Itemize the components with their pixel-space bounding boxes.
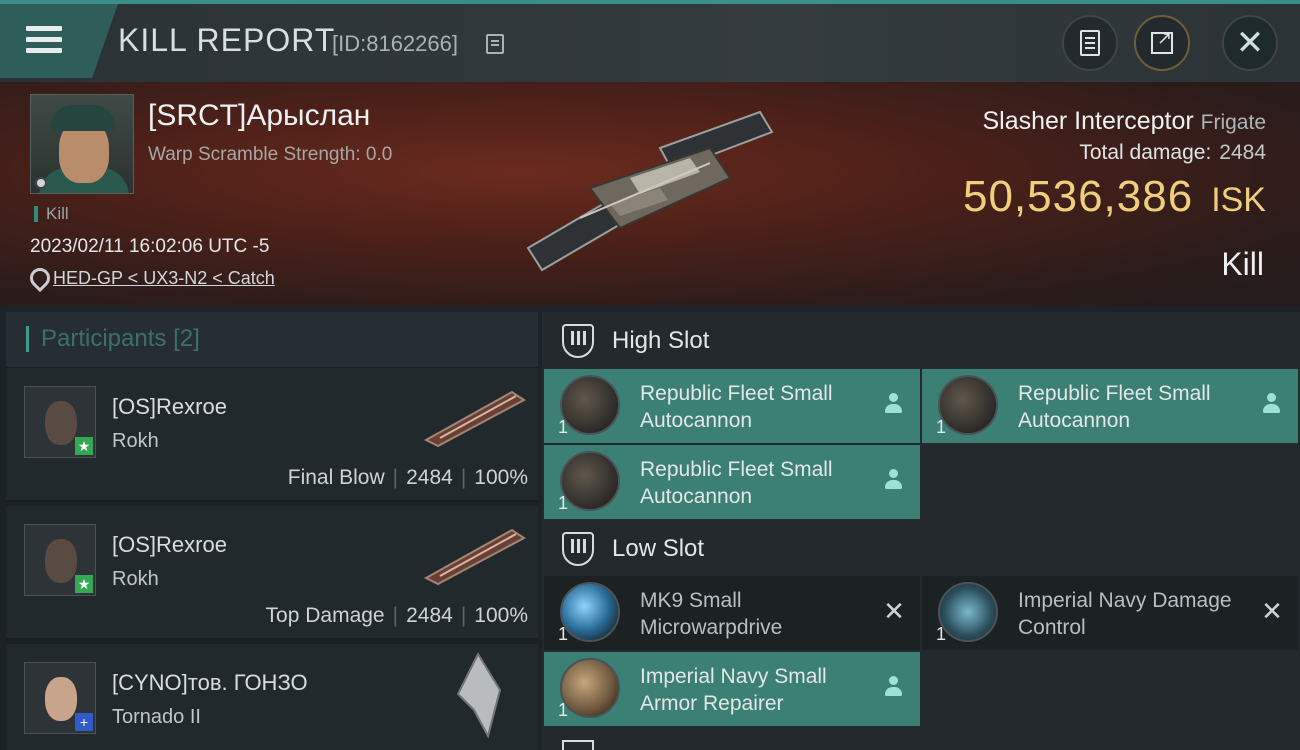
share-icon xyxy=(1151,28,1173,54)
plus-icon: + xyxy=(75,713,93,731)
star-icon: ★ xyxy=(75,437,93,455)
module-item[interactable]: 1 Republic Fleet Small Autocannon xyxy=(544,445,920,519)
participant-stats: Final Blow | 2484 | 100% xyxy=(287,466,528,489)
location-link[interactable]: HED-GP < UX3-N2 < Catch xyxy=(53,268,275,289)
destroyed-icon: ✕ xyxy=(1261,596,1283,626)
participant-name: [CYNO]тов. ГОНЗО xyxy=(112,670,308,695)
participant-percent: 100% xyxy=(474,604,528,627)
document-icon xyxy=(1080,30,1100,56)
high-slot-icon xyxy=(562,324,594,358)
report-id: [ID:8162266] xyxy=(332,31,458,56)
module-name: Republic Fleet Small Autocannon xyxy=(640,458,833,508)
total-damage: Total damage: 2484 xyxy=(1079,141,1266,165)
participants-count: [2] xyxy=(173,325,200,352)
low-slot-label: Low Slot xyxy=(612,535,705,562)
dropped-icon xyxy=(882,675,906,699)
module-quantity: 1 xyxy=(558,700,569,720)
armor-repairer-icon xyxy=(560,658,620,718)
ship-class: Frigate xyxy=(1200,111,1266,134)
kill-type-tag: Kill xyxy=(34,205,69,222)
dropped-icon xyxy=(1260,392,1284,416)
participant-ship: Tornado II xyxy=(112,706,201,728)
module-name: MK9 Small Microwarpdrive xyxy=(640,589,783,639)
result-label: Kill xyxy=(1221,246,1264,282)
module-item[interactable]: 1 Imperial Navy Damage Control ✕ xyxy=(922,576,1298,650)
page-title: KILL REPORT xyxy=(118,22,336,58)
module-quantity: 1 xyxy=(936,417,947,437)
participant-stats: Top Damage | 2484 | 100% xyxy=(265,604,528,627)
victim-name[interactable]: [SRCT]Арыслан xyxy=(148,99,370,133)
participant-damage: 2484 xyxy=(406,466,453,489)
module-quantity: 1 xyxy=(558,624,569,644)
module-item[interactable]: 1 MK9 Small Microwarpdrive ✕ xyxy=(544,576,920,650)
participant-row[interactable]: ★ [OS]Rexroe Rokh Final Blow | 2484 | 100% xyxy=(6,368,538,502)
participant-percent: 100% xyxy=(474,466,528,489)
isk-unit: ISK xyxy=(1211,181,1266,219)
total-damage-value: 2484 xyxy=(1219,141,1266,164)
module-name: Republic Fleet Small Autocannon xyxy=(1018,382,1211,432)
participants-header: Participants [2] xyxy=(6,312,538,368)
participant-name: [OS]Rexroe xyxy=(112,532,227,557)
close-button[interactable]: ✕ xyxy=(1222,15,1278,71)
module-name: Imperial Navy Small Armor Repairer xyxy=(640,665,827,715)
victim-ship-image xyxy=(526,110,774,272)
avatar[interactable]: ★ xyxy=(24,386,96,458)
module-item[interactable]: 1 Republic Fleet Small Autocannon xyxy=(544,369,920,443)
dropped-icon xyxy=(882,392,906,416)
autocannon-icon xyxy=(560,375,620,435)
star-icon: ★ xyxy=(75,575,93,593)
destroyed-icon: ✕ xyxy=(883,596,905,626)
share-button[interactable] xyxy=(1134,15,1190,71)
module-quantity: 1 xyxy=(558,493,569,513)
close-icon: ✕ xyxy=(1235,24,1265,62)
low-slot-icon xyxy=(562,532,594,566)
autocannon-icon xyxy=(938,375,998,435)
participant-role: Final Blow xyxy=(287,466,385,489)
mid-slot-icon xyxy=(562,740,594,750)
participant-ship-image xyxy=(423,528,526,586)
participant-ship: Rokh xyxy=(112,568,159,590)
participant-damage: 2484 xyxy=(406,604,453,627)
isk-value: 50,536,386 ISK xyxy=(963,172,1266,222)
high-slot-header: High Slot xyxy=(542,314,1300,368)
copy-icon[interactable] xyxy=(486,34,504,54)
participant-name: [OS]Rexroe xyxy=(112,394,227,419)
participant-row[interactable]: ★ [OS]Rexroe Rokh Top Damage | 2484 | 100% xyxy=(6,506,538,640)
high-slot-label: High Slot xyxy=(612,327,710,354)
module-name: Imperial Navy Damage Control xyxy=(1018,589,1232,639)
avatar[interactable]: ★ xyxy=(24,524,96,596)
dropped-icon xyxy=(882,468,906,492)
victim-avatar[interactable] xyxy=(30,94,134,194)
ship-name: Slasher Interceptor xyxy=(982,107,1194,135)
participant-role: Top Damage xyxy=(265,604,385,627)
participant-ship: Rokh xyxy=(112,430,159,452)
fitting-panel: High Slot 1 Republic Fleet Small Autocan… xyxy=(542,312,1300,750)
warp-scramble-strength: Warp Scramble Strength: 0.0 xyxy=(148,144,393,165)
corp-icon xyxy=(35,177,47,189)
microwarpdrive-icon xyxy=(560,582,620,642)
hamburger-icon xyxy=(26,26,62,56)
location-pin-icon xyxy=(30,268,44,286)
autocannon-icon xyxy=(560,451,620,511)
participants-panel: Participants [2] ★ [OS]Rexroe Rokh Final… xyxy=(6,312,538,750)
report-button[interactable] xyxy=(1062,15,1118,71)
victim-ship-type: Slasher Interceptor Frigate xyxy=(982,107,1266,136)
isk-amount: 50,536,386 xyxy=(962,172,1194,221)
module-item[interactable]: 1 Imperial Navy Small Armor Repairer xyxy=(544,652,920,726)
participant-ship-image xyxy=(456,651,502,739)
participants-title: Participants [2] xyxy=(26,326,200,352)
low-slot-header: Low Slot xyxy=(542,522,1300,576)
avatar[interactable]: + xyxy=(24,662,96,734)
participant-row[interactable]: + [CYNO]тов. ГОНЗО Tornado II xyxy=(6,644,538,750)
kill-datetime: 2023/02/11 16:02:06 UTC -5 xyxy=(30,236,270,257)
module-quantity: 1 xyxy=(936,624,947,644)
total-damage-label: Total damage: xyxy=(1079,141,1212,164)
module-name: Republic Fleet Small Autocannon xyxy=(640,382,833,432)
module-quantity: 1 xyxy=(558,417,569,437)
participant-ship-image xyxy=(423,390,526,448)
damage-control-icon xyxy=(938,582,998,642)
module-item[interactable]: 1 Republic Fleet Small Autocannon xyxy=(922,369,1298,443)
